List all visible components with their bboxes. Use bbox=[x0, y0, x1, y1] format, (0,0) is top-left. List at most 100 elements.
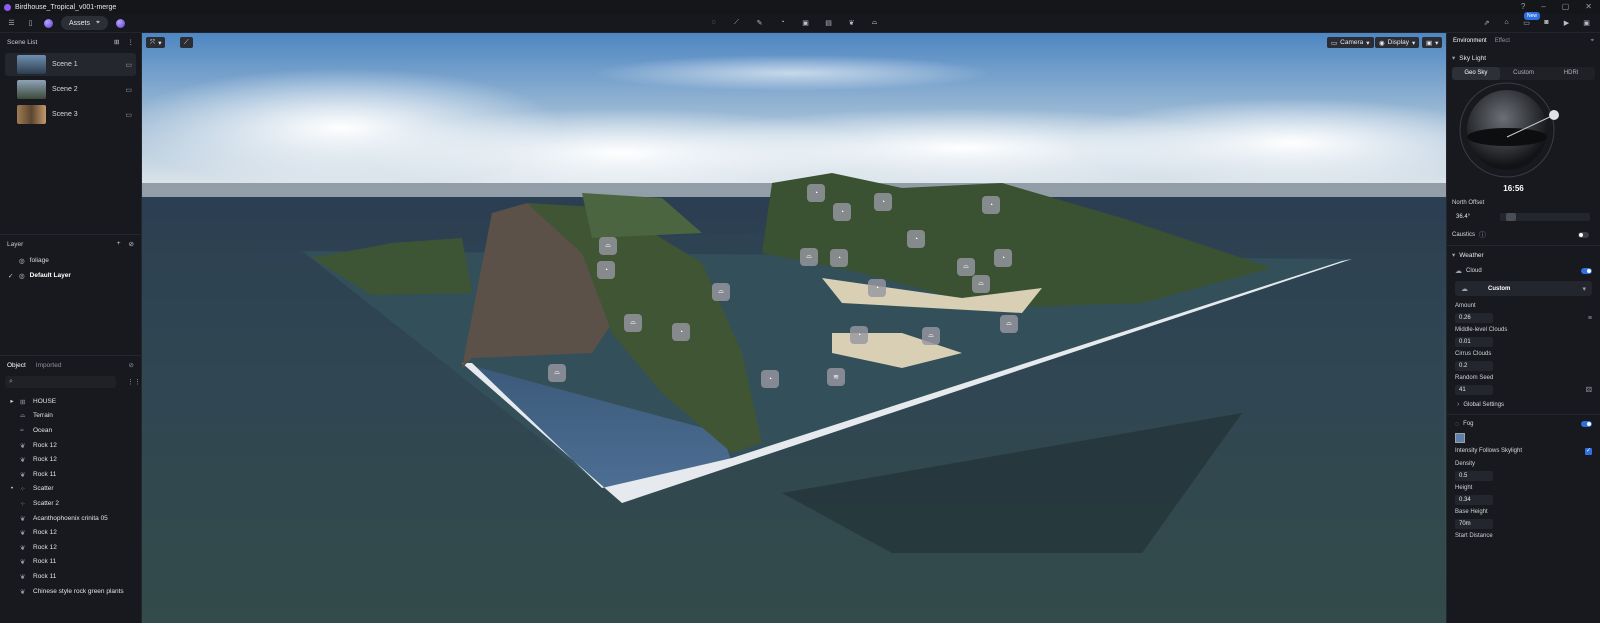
export-icon[interactable]: ⇗ bbox=[1481, 17, 1492, 28]
assets-button[interactable]: Assets ⌖ bbox=[61, 16, 108, 30]
view-options-button[interactable]: ▣ ▾ bbox=[1422, 37, 1443, 48]
camera-icon[interactable]: ▭ bbox=[125, 86, 132, 94]
water-marker-icon[interactable]: ◔ bbox=[672, 323, 690, 341]
scene-item[interactable]: Scene 2 ▭ bbox=[5, 78, 136, 101]
bullet-icon[interactable]: • bbox=[10, 485, 14, 492]
tab-effect[interactable]: Effect bbox=[1495, 38, 1510, 44]
camera-icon[interactable]: ◙ bbox=[1541, 17, 1552, 28]
north-offset-value[interactable]: 36.4° bbox=[1452, 212, 1500, 222]
tree-row[interactable]: ❦ Rock 11 bbox=[0, 569, 141, 584]
fog-toggle[interactable] bbox=[1581, 421, 1592, 427]
transform-tool-button[interactable]: ⤧ ▾ bbox=[146, 37, 166, 48]
expand-arrow-icon[interactable]: ▸ bbox=[10, 397, 14, 405]
dice-icon[interactable]: ⚄ bbox=[1586, 386, 1592, 394]
tree-row[interactable]: ❦ Chinese style rock green plants bbox=[0, 584, 141, 599]
more-icon[interactable]: ⋮ bbox=[128, 38, 135, 46]
water-marker-icon[interactable]: ◔ bbox=[597, 261, 615, 279]
water-marker-icon[interactable]: ◔ bbox=[807, 184, 825, 202]
path-icon[interactable]: ⟋ bbox=[731, 17, 742, 28]
planet-icon[interactable] bbox=[115, 18, 125, 28]
terrain-marker-icon[interactable]: ⌓ bbox=[922, 327, 940, 345]
intensity-checkbox[interactable]: ✓ bbox=[1585, 447, 1592, 455]
amount-input[interactable]: 0.26 bbox=[1455, 313, 1493, 323]
tab-imported[interactable]: Imported bbox=[36, 362, 62, 369]
terrain-tool-icon[interactable]: ⌓ bbox=[869, 17, 880, 28]
terrain-marker-icon[interactable]: ⌓ bbox=[1000, 315, 1018, 333]
water-marker-icon[interactable]: ◔ bbox=[874, 193, 892, 211]
tree-row[interactable]: ▸ ⊞ HOUSE bbox=[0, 394, 141, 409]
scene-item[interactable]: Scene 1 ▭ bbox=[5, 53, 136, 76]
display-dropdown[interactable]: ◉ Display ▾ bbox=[1375, 37, 1420, 48]
density-input[interactable]: 0.5 bbox=[1455, 471, 1493, 481]
3d-viewport[interactable]: ⤧ ▾ ⟋ ▭ Camera ▾ ◉ Display ▾ ▣ ▾ ⌓ ◔ ⌓ ⌓… bbox=[142, 33, 1446, 623]
tree-row[interactable]: ❦ Rock 12 bbox=[0, 452, 141, 467]
ai-orb-icon[interactable] bbox=[44, 18, 53, 28]
random-seed-input[interactable]: 41 bbox=[1455, 385, 1493, 395]
tree-row[interactable]: ❦ Acanthophoenix crinita 05 bbox=[0, 511, 141, 526]
render-icon[interactable]: ⌂ bbox=[1501, 17, 1512, 28]
terrain-marker-icon[interactable]: ⌓ bbox=[712, 283, 730, 301]
brush-icon[interactable]: ✎ bbox=[754, 17, 765, 28]
caustics-toggle[interactable] bbox=[1578, 231, 1589, 238]
grid-view-icon[interactable]: ⋮⋮ bbox=[127, 378, 141, 386]
close-button[interactable]: ✕ bbox=[1585, 2, 1592, 11]
filter-icon[interactable]: ⊘ bbox=[129, 361, 134, 369]
terrain-marker-icon[interactable]: ⌓ bbox=[800, 248, 818, 266]
water-marker-icon[interactable]: ◔ bbox=[982, 196, 1000, 214]
maximize-button[interactable]: ▢ bbox=[1562, 2, 1570, 11]
camera-rig-icon[interactable]: ▣ bbox=[800, 17, 811, 28]
tree-row[interactable]: ⁘ Scatter 2 bbox=[0, 496, 141, 511]
base-height-input[interactable]: 70m bbox=[1455, 519, 1493, 529]
sky-light-section[interactable]: ▾ Sky Light bbox=[1447, 49, 1600, 67]
grid-icon[interactable]: ▤ bbox=[823, 17, 834, 28]
tree-row[interactable]: • ⁘ Scatter bbox=[0, 482, 141, 497]
tree-row[interactable]: ❦ Rock 11 bbox=[0, 467, 141, 482]
save-icon[interactable]: ▣ bbox=[1581, 17, 1592, 28]
tab-environment[interactable]: Environment bbox=[1453, 38, 1487, 44]
water-marker-icon[interactable]: ◔ bbox=[830, 249, 848, 267]
video-icon[interactable]: ▶ bbox=[1561, 17, 1572, 28]
camera-icon[interactable]: ▭ bbox=[125, 61, 132, 69]
mode-hdri[interactable]: HDRI bbox=[1547, 67, 1595, 80]
tree-row[interactable]: ❦ Rock 12 bbox=[0, 438, 141, 453]
filter-icon[interactable]: ⊘ bbox=[129, 240, 134, 248]
layer-item[interactable]: ✓ ◎ Default Layer bbox=[0, 268, 141, 283]
tab-object[interactable]: Object bbox=[7, 362, 26, 369]
water-marker-icon[interactable]: ◔ bbox=[833, 203, 851, 221]
fog-color-swatch[interactable] bbox=[1455, 433, 1465, 443]
terrain-marker-icon[interactable]: ⌓ bbox=[548, 364, 566, 382]
weather-section[interactable]: ▾ Weather bbox=[1447, 246, 1600, 264]
water-drop-icon[interactable]: ◔ bbox=[777, 17, 788, 28]
terrain-marker-icon[interactable]: ⌓ bbox=[957, 258, 975, 276]
scene-item[interactable]: Scene 3 ▭ bbox=[5, 103, 136, 126]
terrain-marker-icon[interactable]: ⌓ bbox=[624, 314, 642, 332]
cirrus-clouds-input[interactable]: 0.2 bbox=[1455, 361, 1493, 371]
help-icon[interactable]: ? bbox=[1521, 2, 1525, 11]
cloud-toggle[interactable] bbox=[1581, 268, 1592, 274]
menu-icon[interactable]: ☰ bbox=[6, 18, 17, 29]
tree-row[interactable]: ❦ Rock 12 bbox=[0, 540, 141, 555]
pin-icon[interactable]: ⌖ bbox=[1591, 38, 1594, 45]
slider-handle[interactable] bbox=[1506, 213, 1516, 221]
snap-tool-button[interactable]: ⟋ bbox=[180, 37, 193, 48]
height-input[interactable]: 0.34 bbox=[1455, 495, 1493, 505]
water-marker-icon[interactable]: ◔ bbox=[868, 279, 886, 297]
add-layer-icon[interactable]: + bbox=[117, 240, 121, 248]
tree-row[interactable]: ❦ Rock 11 bbox=[0, 555, 141, 570]
layer-item[interactable]: ◎ foliage bbox=[0, 253, 141, 268]
tree-row[interactable]: ≈ Ocean bbox=[0, 423, 141, 438]
scatter-marker-icon[interactable]: ≋ bbox=[827, 368, 845, 386]
sun-dial[interactable] bbox=[1447, 80, 1600, 184]
add-scene-icon[interactable]: ⊞ bbox=[114, 38, 119, 46]
terrain-marker-icon[interactable]: ⌓ bbox=[599, 237, 617, 255]
minimize-button[interactable]: – bbox=[1541, 2, 1545, 11]
file-icon[interactable]: ▯ bbox=[25, 18, 36, 29]
cloud-preset-select[interactable]: ☁ Custom ▾ bbox=[1455, 281, 1592, 296]
water-marker-icon[interactable]: ◔ bbox=[907, 230, 925, 248]
camera-icon[interactable]: ▭ bbox=[125, 111, 132, 119]
tree-row[interactable]: ❦ Rock 12 bbox=[0, 525, 141, 540]
water-marker-icon[interactable]: ◔ bbox=[994, 249, 1012, 267]
camera-dropdown[interactable]: ▭ Camera ▾ bbox=[1327, 37, 1374, 48]
north-offset-slider[interactable] bbox=[1500, 213, 1590, 221]
water-marker-icon[interactable]: ◔ bbox=[850, 326, 868, 344]
